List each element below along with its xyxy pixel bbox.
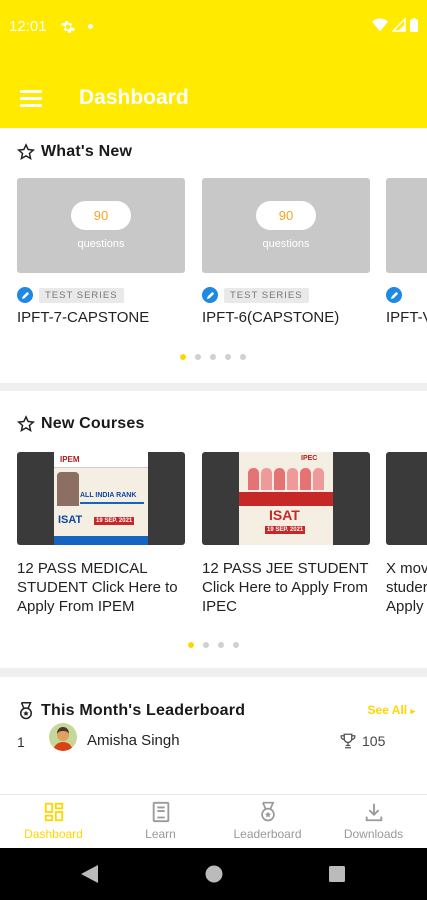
carousel-indicator: [180, 354, 246, 360]
course-card[interactable]: IPEM ALL INDIA RANK ISAT 19 SEP. 2021 12…: [17, 452, 189, 622]
see-all-label: See All: [367, 703, 408, 717]
carousel-dot[interactable]: [195, 354, 201, 360]
carousel-dot[interactable]: [210, 354, 216, 360]
tag-row: TEST SERIES: [17, 287, 124, 303]
section-title: New Courses: [41, 415, 145, 432]
section-title: What's New: [41, 143, 133, 160]
book-icon: [152, 801, 169, 823]
battery-icon: [410, 18, 418, 32]
signal-icon: [392, 18, 406, 32]
nav-downloads[interactable]: Downloads: [320, 801, 427, 841]
star-icon: [17, 415, 35, 433]
nav-label: Downloads: [343, 827, 404, 841]
avatar: [49, 723, 77, 751]
back-icon[interactable]: [81, 865, 98, 883]
recents-icon[interactable]: [329, 866, 345, 882]
course-thumbnail: [386, 452, 427, 545]
download-icon: [365, 803, 382, 822]
page-title: Dashboard: [79, 86, 189, 109]
status-icons: [372, 18, 418, 32]
course-poster: IPEC ISAT 19 SEP. 2021: [239, 452, 333, 545]
app-bar: Dashboard: [0, 56, 427, 128]
new-courses-section: New Courses IPEM ALL INDIA RANK ISAT 19 …: [0, 391, 427, 668]
star-icon: [17, 143, 35, 161]
course-title: X mov studer Apply: [386, 560, 427, 615]
poster-exam: ISAT: [58, 514, 83, 526]
carousel-dot[interactable]: [203, 642, 209, 648]
poster-headline: ALL INDIA RANK: [80, 492, 137, 499]
leaderboard-name: Amisha Singh: [87, 732, 180, 749]
system-navigation-bar: [0, 848, 427, 900]
see-all-button[interactable]: See All ▸: [368, 703, 415, 717]
question-caption: questions: [77, 238, 125, 250]
question-caption: questions: [262, 238, 310, 250]
carousel-indicator: [188, 642, 239, 648]
pen-icon: [202, 287, 218, 303]
poster-date: 19 SEP. 2021: [94, 517, 135, 525]
carousel-dot[interactable]: [218, 642, 224, 648]
menu-icon[interactable]: [20, 90, 42, 107]
carousel-dot[interactable]: [240, 354, 246, 360]
leaderboard-rank: 1: [17, 734, 25, 750]
poster-brand: IPEC: [301, 455, 318, 462]
whats-new-header: What's New: [17, 143, 132, 161]
medal-icon: [260, 801, 275, 822]
carousel-dot[interactable]: [188, 642, 194, 648]
test-series-card[interactable]: 90 questions TEST SERIES IPFT-7-CAPSTONE: [17, 178, 185, 338]
card-thumbnail: [386, 178, 427, 273]
notification-dot: [88, 24, 93, 29]
carousel-dot[interactable]: [180, 354, 186, 360]
trophy-icon: [340, 733, 356, 749]
settings-status-icon: [61, 21, 75, 33]
leaderboard-row[interactable]: 1 Amisha Singh 105: [0, 723, 427, 763]
course-title: 12 PASS JEE STUDENT Click Here to Apply …: [202, 560, 369, 615]
leaderboard-section: This Month's Leaderboard See All ▸ 1 Ami…: [0, 677, 427, 794]
nav-label: Learn: [145, 827, 176, 841]
poster-date: 19 SEP. 2021: [265, 526, 306, 534]
tag-row: [386, 287, 402, 303]
home-icon[interactable]: [205, 865, 223, 883]
nav-leaderboard[interactable]: Leaderboard: [214, 801, 321, 841]
carousel-dot[interactable]: [233, 642, 239, 648]
course-poster: IPEM ALL INDIA RANK ISAT 19 SEP. 2021: [54, 452, 148, 545]
test-series-card[interactable]: 90 questions TEST SERIES IPFT-6(CAPSTONE…: [202, 178, 370, 338]
new-courses-header: New Courses: [17, 415, 145, 433]
poster-brand: IPEM: [60, 455, 80, 464]
card-title: IPFT-V: [386, 309, 427, 326]
course-thumbnail: IPEC ISAT 19 SEP. 2021: [202, 452, 370, 545]
course-card[interactable]: X mov studer Apply: [386, 452, 427, 622]
medal-icon: [20, 702, 32, 720]
nav-dashboard[interactable]: Dashboard: [0, 801, 107, 841]
leaderboard-score: 105: [362, 733, 386, 749]
whats-new-section: What's New 90 questions TEST SERIES IPFT…: [0, 128, 427, 383]
poster-exam: ISAT: [269, 507, 300, 523]
question-count: 90: [256, 201, 316, 230]
pen-icon: [386, 287, 402, 303]
course-thumbnail: IPEM ALL INDIA RANK ISAT 19 SEP. 2021: [17, 452, 185, 545]
category-tag: TEST SERIES: [39, 287, 124, 303]
course-title: 12 PASS MEDICAL STUDENT Click Here to Ap…: [17, 560, 178, 615]
bottom-navigation: Dashboard Learn Leaderboard Downloads: [0, 794, 427, 848]
wifi-icon: [372, 18, 388, 32]
card-title: IPFT-6(CAPSTONE): [202, 309, 340, 326]
dashboard-icon: [44, 802, 63, 822]
carousel-dot[interactable]: [225, 354, 231, 360]
question-count: 90: [71, 201, 131, 230]
nav-label: Dashboard: [24, 827, 83, 841]
card-thumbnail: 90 questions: [17, 178, 185, 273]
section-title: This Month's Leaderboard: [41, 702, 246, 719]
status-bar: 12:01: [0, 0, 427, 56]
status-time: 12:01: [9, 18, 47, 35]
leaderboard-header: This Month's Leaderboard: [17, 701, 245, 721]
category-tag: TEST SERIES: [224, 287, 309, 303]
tag-row: TEST SERIES: [202, 287, 309, 303]
nav-label: Leaderboard: [233, 827, 302, 841]
course-card[interactable]: IPEC ISAT 19 SEP. 2021 12 PASS JEE STUDE…: [202, 452, 374, 622]
chevron-right-icon: ▸: [410, 706, 415, 716]
card-thumbnail: 90 questions: [202, 178, 370, 273]
nav-learn[interactable]: Learn: [107, 801, 214, 841]
card-title: IPFT-7-CAPSTONE: [17, 309, 150, 326]
pen-icon: [17, 287, 33, 303]
test-series-card[interactable]: IPFT-V: [386, 178, 427, 338]
